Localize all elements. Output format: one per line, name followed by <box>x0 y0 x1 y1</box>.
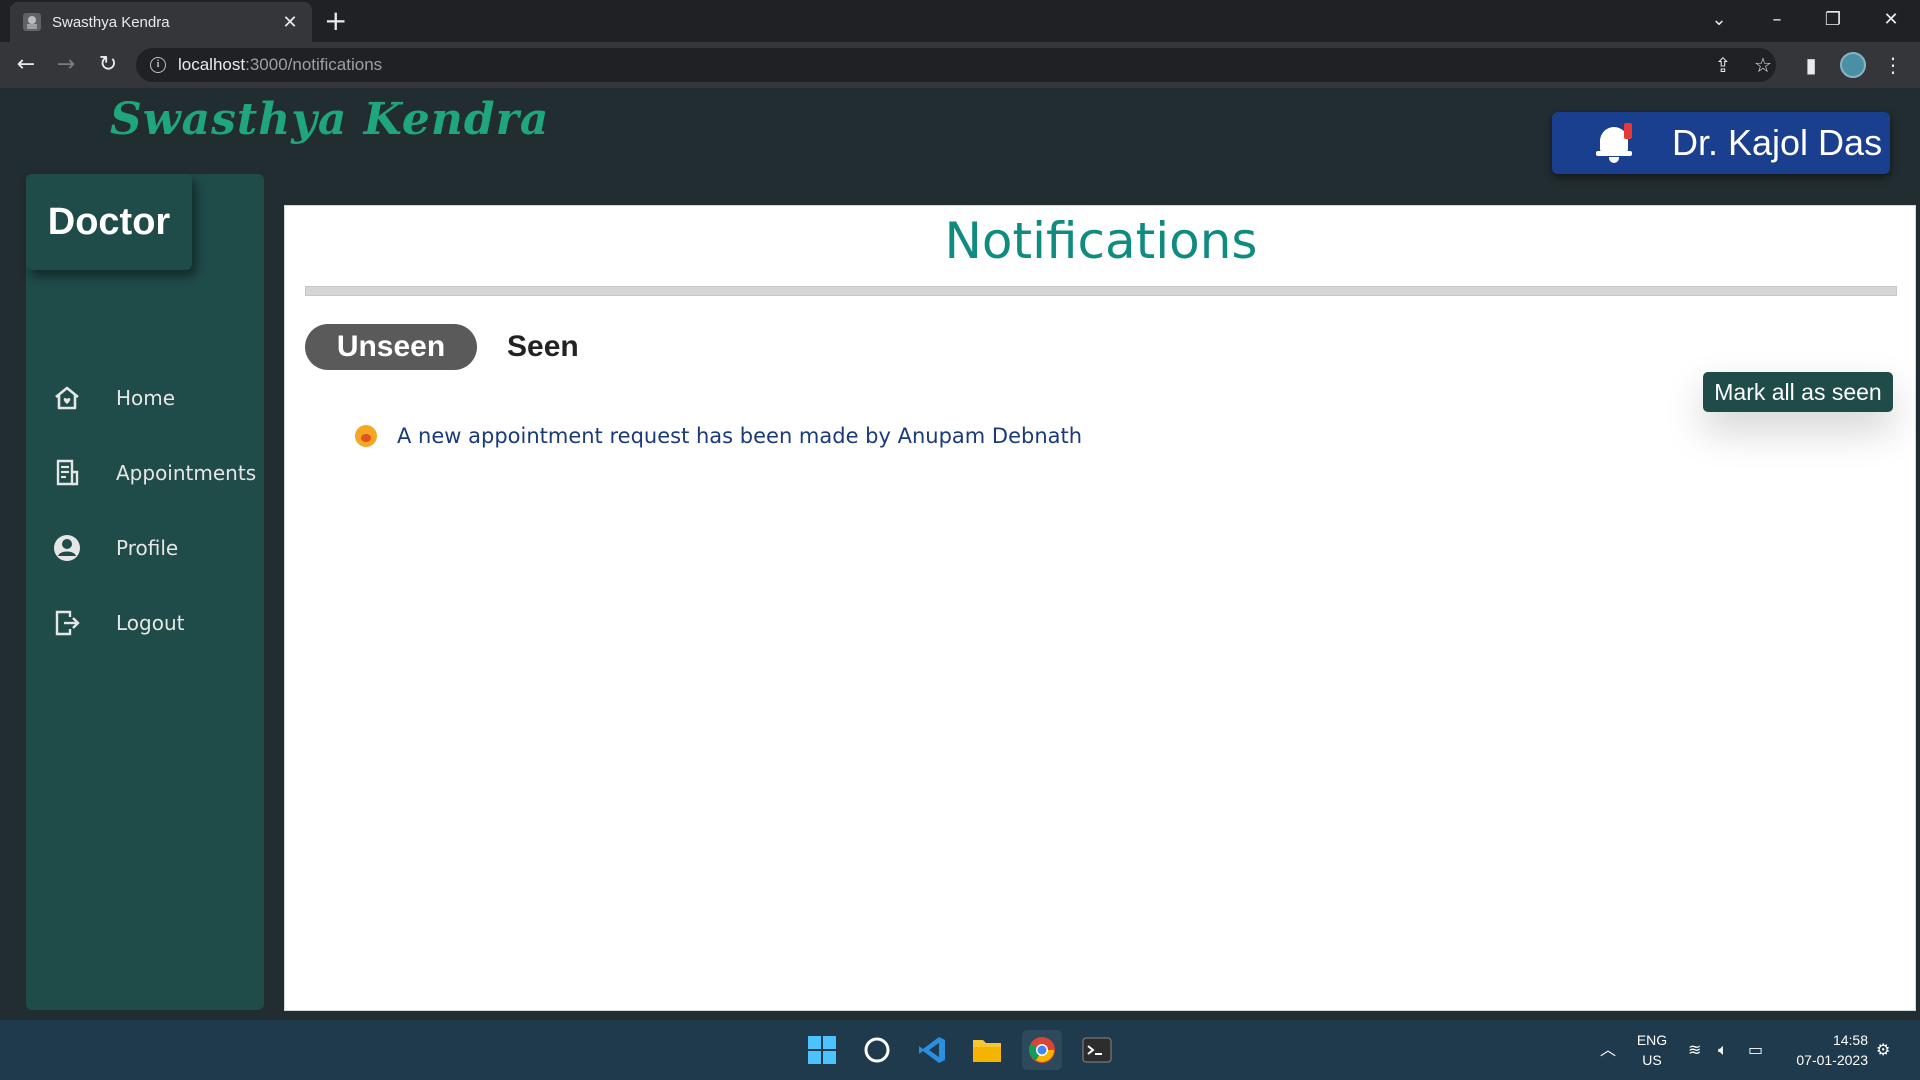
tab-unseen[interactable]: Unseen <box>305 324 477 370</box>
search-circle-icon[interactable] <box>857 1030 897 1070</box>
sidebar-item-label: Profile <box>116 536 179 560</box>
new-tab-button[interactable]: + <box>324 6 347 36</box>
vscode-icon[interactable] <box>912 1030 952 1070</box>
app-root: Swasthya Kendra Dr. Kajol Das Doctor Hom… <box>0 88 1920 1020</box>
chrome-icon[interactable] <box>1022 1030 1062 1070</box>
role-label: Doctor <box>47 200 171 243</box>
user-name: Dr. Kajol Das <box>1672 122 1883 163</box>
sidebar-item-appointments[interactable]: Appointments <box>52 453 264 493</box>
home-icon <box>55 386 79 410</box>
notifications-panel: Notifications Unseen Seen Mark all as se… <box>284 205 1916 1011</box>
notification-item[interactable]: A new appointment request has been made … <box>355 424 1082 448</box>
clock-time[interactable]: 14:58 <box>1784 1032 1868 1048</box>
minimize-icon[interactable]: – <box>1762 6 1792 34</box>
notification-text: A new appointment request has been made … <box>397 424 1083 448</box>
tab-close-icon[interactable]: ✕ <box>280 12 300 33</box>
sidebar-item-logout[interactable]: Logout <box>52 603 264 643</box>
sidebar-item-label: Appointments <box>116 461 257 485</box>
mark-all-seen-button[interactable]: Mark all as seen <box>1703 372 1893 412</box>
browser-toolbar: ← → ↻ i localhost :3000/notifications ⇪ … <box>0 42 1920 88</box>
file-explorer-icon[interactable] <box>967 1030 1007 1070</box>
tab-seen[interactable]: Seen <box>507 324 579 370</box>
sidebar-item-profile[interactable]: Profile <box>52 528 264 568</box>
document-list-icon <box>56 459 79 486</box>
brand-logo[interactable]: Swasthya Kendra <box>110 94 549 145</box>
notification-center-icon[interactable]: ⚙ <box>1876 1040 1890 1060</box>
os-taskbar: ︿ ENG US ≋ 🔈︎ ▭ 14:58 07-01-2023 ⚙ <box>0 1020 1920 1080</box>
user-header-box[interactable]: Dr. Kajol Das <box>1552 112 1890 174</box>
terminal-icon[interactable] <box>1077 1030 1117 1070</box>
logout-icon <box>55 610 80 636</box>
window-close-icon[interactable]: ✕ <box>1876 6 1906 34</box>
region-label[interactable]: US <box>1632 1052 1672 1068</box>
user-circle-icon <box>54 535 80 561</box>
sidebar-item-label: Logout <box>116 611 185 635</box>
reload-icon[interactable]: ↻ <box>94 51 122 79</box>
url-path: :3000/notifications <box>245 55 383 74</box>
tray-overflow-chevron-icon[interactable]: ︿ <box>1600 1040 1616 1060</box>
language-label[interactable]: ENG <box>1632 1032 1672 1048</box>
page-title: Notifications <box>944 212 1258 270</box>
battery-icon[interactable]: ▭ <box>1748 1040 1763 1060</box>
tab-search-icon[interactable]: ⌄ <box>1704 6 1734 34</box>
sidebar-item-home[interactable]: Home <box>52 378 264 418</box>
forward-icon[interactable]: → <box>52 51 80 79</box>
wifi-icon[interactable]: ≋ <box>1688 1040 1701 1060</box>
browser-tab[interactable]: Swasthya Kendra ✕ <box>10 2 312 42</box>
sidebar: Doctor Home Appointments Profile Logout <box>26 174 264 1010</box>
bookmark-star-icon[interactable]: ☆ <box>1750 53 1776 77</box>
role-header: Doctor <box>26 174 192 270</box>
sidebar-item-label: Home <box>116 386 176 410</box>
browser-menu-icon[interactable]: ⋮ <box>1880 53 1906 77</box>
volume-icon[interactable]: 🔈︎ <box>1718 1040 1728 1060</box>
side-panel-icon[interactable]: ▮ <box>1798 53 1824 77</box>
notification-badge <box>1624 123 1632 139</box>
windows-start-icon[interactable] <box>802 1030 842 1070</box>
title-divider <box>305 286 1897 296</box>
browser-profile-avatar[interactable] <box>1840 52 1866 78</box>
site-favicon-icon <box>23 13 41 31</box>
address-bar[interactable]: i localhost :3000/notifications <box>136 48 1776 82</box>
tab-title: Swasthya Kendra <box>52 13 170 31</box>
url-host: localhost <box>178 55 246 74</box>
clock-date[interactable]: 07-01-2023 <box>1784 1052 1868 1068</box>
share-icon[interactable]: ⇪ <box>1710 53 1736 77</box>
back-icon[interactable]: ← <box>12 51 40 79</box>
site-info-icon[interactable]: i <box>150 57 166 73</box>
notification-bell-icon[interactable] <box>1596 123 1632 163</box>
restore-icon[interactable]: ❐ <box>1818 6 1848 34</box>
emoji-icon <box>355 425 377 447</box>
browser-tab-bar: Swasthya Kendra ✕ + ⌄ – ❐ ✕ <box>0 0 1920 42</box>
